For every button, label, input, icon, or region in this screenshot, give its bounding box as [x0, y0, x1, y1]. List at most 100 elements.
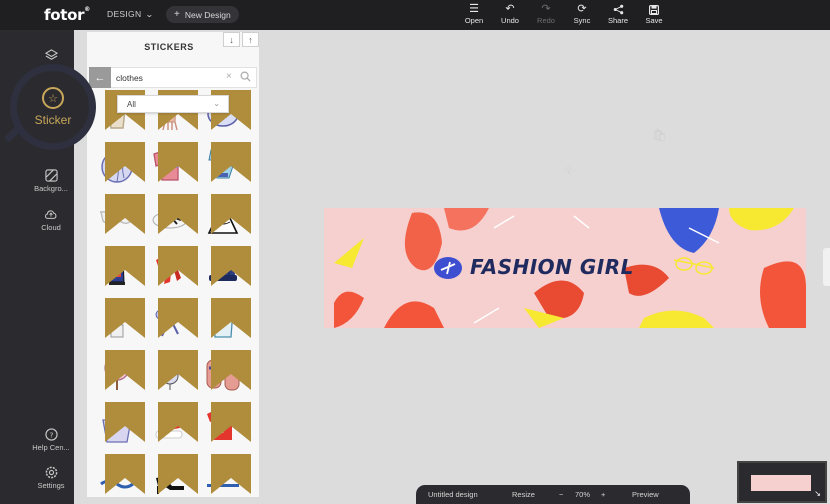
premium-badge-icon — [158, 402, 198, 442]
sticker-jersey[interactable]: 7 — [203, 402, 251, 448]
premium-badge-icon — [211, 194, 251, 234]
sticker-wave[interactable] — [97, 454, 145, 500]
new-design-button[interactable]: + New Design — [166, 6, 239, 23]
undo-icon: ↶ — [505, 3, 515, 15]
sort-up-button[interactable]: ↑ — [242, 32, 259, 47]
banner-sunglasses-icon — [673, 257, 715, 275]
premium-badge-icon — [105, 298, 145, 338]
sticker-hand-fan[interactable] — [97, 350, 145, 396]
svg-text:?: ? — [49, 430, 53, 439]
premium-badge-icon — [105, 142, 145, 182]
arrow-left-icon: ← — [94, 71, 106, 84]
sticker-kimono[interactable] — [150, 142, 198, 188]
sticker-baby-clothes[interactable] — [203, 142, 251, 188]
expand-icon[interactable]: ↘ — [814, 489, 821, 498]
search-icon[interactable] — [240, 71, 251, 82]
design-banner[interactable]: FASHION GIRL — [324, 208, 806, 328]
premium-badge-icon — [158, 350, 198, 390]
sync-button[interactable]: ⟳ Sync — [564, 3, 600, 26]
menu-icon: ☰ — [469, 3, 479, 15]
ghost-sticker-icon: ♧ — [563, 163, 574, 177]
design-thumbnail[interactable]: ↘ — [737, 461, 827, 503]
settings-icon — [44, 465, 58, 479]
open-button[interactable]: ☰ Open — [456, 3, 492, 26]
sticker-dress[interactable] — [203, 194, 251, 240]
sticker-santa-hat[interactable] — [150, 402, 198, 448]
nav-item-layers[interactable] — [26, 48, 76, 64]
redo-button[interactable]: ↷ Redo — [528, 3, 564, 26]
redo-icon: ↷ — [541, 3, 551, 15]
premium-badge-icon — [211, 246, 251, 286]
sticker-melon[interactable] — [97, 142, 145, 188]
design-dropdown[interactable]: DESIGN ⌄ — [107, 9, 155, 19]
sticker-sandals[interactable] — [203, 350, 251, 396]
premium-badge-icon — [158, 246, 198, 286]
zoom-level: 70% — [575, 490, 591, 499]
premium-badge-icon — [105, 402, 145, 442]
ghost-sticker-icon: 🛍 — [652, 128, 668, 142]
premium-badge-icon — [211, 298, 251, 338]
toolbar: ☰ Open ↶ Undo ↷ Redo ⟳ Sync Share Save — [456, 3, 672, 26]
nav-item-settings[interactable]: Settings — [26, 465, 76, 490]
bottom-bar: Untitled design Resize − 70% + Preview — [416, 485, 690, 504]
zoom-out-button[interactable]: − — [559, 490, 563, 499]
help-icon: ? — [44, 427, 58, 441]
plus-icon: + — [174, 9, 180, 20]
sticker-shaved-ice[interactable] — [97, 402, 145, 448]
cloud-icon — [44, 207, 58, 221]
banner-leaf-icon — [434, 257, 462, 279]
sticker-high-heel[interactable] — [150, 454, 198, 500]
chevron-down-icon: ⌄ — [213, 99, 220, 108]
premium-badge-icon — [105, 194, 145, 234]
chevron-down-icon: ⌄ — [145, 10, 155, 19]
fotor-logo[interactable]: fotor® — [44, 6, 90, 24]
premium-badge-icon — [158, 298, 198, 338]
save-button[interactable]: Save — [636, 3, 672, 25]
star-icon: ☆ — [42, 87, 64, 109]
layers-icon — [44, 48, 58, 62]
premium-badge-icon — [211, 454, 251, 494]
sticker-label: Sticker — [34, 113, 72, 127]
sticker-nav-magnified[interactable]: ☆ Sticker — [10, 64, 96, 150]
preview-button[interactable]: Preview — [632, 490, 659, 499]
top-bar: fotor® DESIGN ⌄ + New Design ☰ Open ↶ Undo ↷… — [0, 0, 830, 30]
background-icon — [44, 168, 58, 182]
premium-badge-icon — [158, 454, 198, 494]
sticker-stripe[interactable] — [203, 454, 251, 500]
nav-item-cloud[interactable]: Cloud — [26, 207, 76, 232]
sticker-ornament[interactable] — [150, 350, 198, 396]
sticker-sun-hat[interactable] — [150, 194, 198, 240]
premium-badge-icon — [158, 194, 198, 234]
category-filter[interactable]: All ⌄ — [117, 95, 229, 113]
nav-item-help[interactable]: ? Help Cen... — [26, 427, 76, 452]
premium-badge-icon — [105, 350, 145, 390]
sticker-ribbon[interactable] — [150, 298, 198, 344]
sort-down-button[interactable]: ↓ — [223, 32, 240, 47]
sticker-beanie[interactable] — [203, 246, 251, 292]
premium-badge-icon — [211, 142, 251, 182]
sticker-trash-cup[interactable] — [203, 298, 251, 344]
back-button[interactable]: ← — [89, 67, 111, 88]
panel-toggle-tab[interactable] — [823, 248, 830, 286]
design-title[interactable]: Untitled design — [428, 490, 478, 499]
resize-button[interactable]: Resize — [512, 490, 535, 499]
premium-badge-icon — [105, 454, 145, 494]
search-input[interactable] — [116, 71, 216, 85]
sticker-red-scarf[interactable] — [150, 246, 198, 292]
sticker-lantern[interactable] — [97, 246, 145, 292]
clear-icon[interactable]: × — [226, 71, 232, 82]
zoom-in-button[interactable]: + — [601, 490, 605, 499]
save-icon — [649, 3, 659, 16]
search-box: ← × — [89, 67, 257, 88]
nav-item-background[interactable]: Backgro... — [26, 168, 76, 193]
premium-badge-icon — [211, 350, 251, 390]
share-icon — [613, 3, 624, 16]
undo-button[interactable]: ↶ Undo — [492, 3, 528, 26]
share-button[interactable]: Share — [600, 3, 636, 25]
sticker-panel: STICKERS ↓ ↑ ← × All⌄ — [87, 32, 259, 497]
sticker-sunglasses[interactable] — [97, 194, 145, 240]
premium-badge-icon — [158, 142, 198, 182]
premium-badge-icon — [105, 246, 145, 286]
sticker-lipstick[interactable] — [97, 298, 145, 344]
banner-title[interactable]: FASHION GIRL — [470, 255, 634, 279]
